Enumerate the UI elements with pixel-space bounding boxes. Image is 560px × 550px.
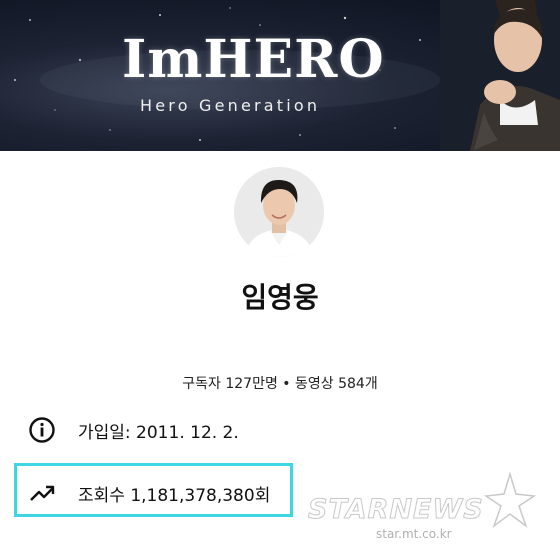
channel-stats: 구독자 127만명 • 동영상 584개 (182, 376, 378, 392)
joined-date-text: 가입일: 2011. 12. 2. (78, 422, 239, 443)
channel-name: 임영웅 (241, 281, 319, 314)
watermark-url: star.mt.co.kr (376, 527, 452, 541)
trending-up-icon (30, 485, 55, 501)
view-count-text: 조회수 1,181,378,380회 (78, 485, 271, 506)
channel-banner: ImHERO Hero Generation (0, 0, 560, 151)
watermark-star-icon (484, 472, 536, 528)
banner-title: ImHERO (122, 29, 385, 90)
avatar-portrait (234, 167, 324, 257)
view-count-row: 조회수 1,181,378,380회 (28, 479, 270, 507)
watermark-logo: STARNEWS (308, 494, 484, 526)
joined-date-row: 가입일: 2011. 12. 2. (28, 416, 239, 444)
banner-subtitle: Hero Generation (140, 96, 321, 115)
banner-person-illustration (440, 0, 560, 151)
channel-avatar[interactable] (234, 167, 324, 257)
info-icon (29, 417, 55, 443)
